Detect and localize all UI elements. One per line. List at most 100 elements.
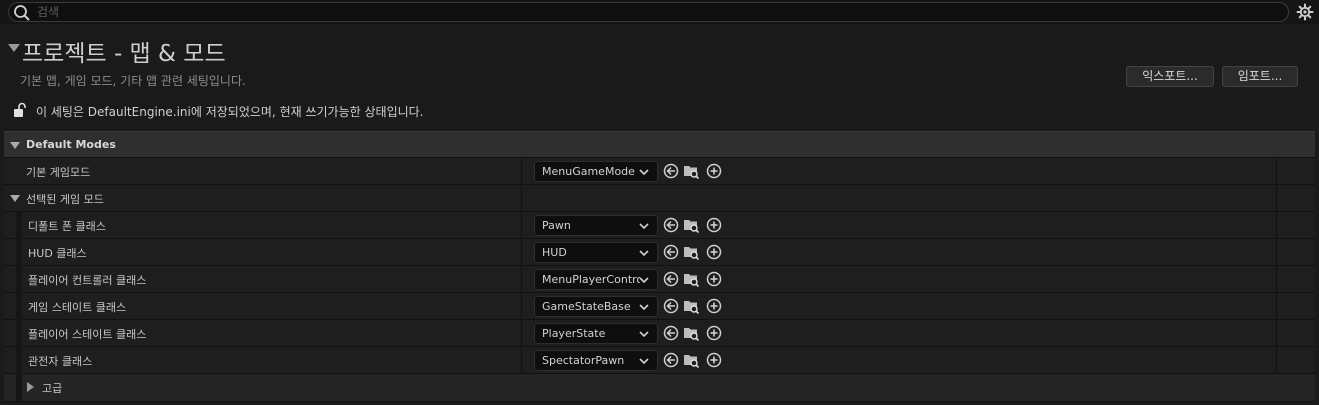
plus-circle-icon[interactable]: [706, 244, 722, 260]
section-default-modes[interactable]: Default Modes: [4, 131, 1315, 158]
chevron-down-icon: [639, 277, 649, 284]
save-status-text: 이 세팅은 DefaultEngine.ini에 저장되었으며, 현재 쓰기가능…: [36, 105, 424, 119]
chevron-down-icon: [639, 250, 649, 257]
dropdown-value: PlayerState: [542, 327, 606, 340]
import-button[interactable]: 임포트...: [1222, 66, 1298, 87]
folder-search-icon[interactable]: [683, 298, 699, 314]
column-divider: [1276, 320, 1277, 347]
property-row-default-pawn: 디폴트 폰 클래스 Pawn: [4, 212, 1315, 239]
indent-guide: [16, 239, 22, 266]
indent-guide: [16, 266, 22, 293]
caret-down-icon: [10, 195, 20, 202]
plus-circle-icon[interactable]: [706, 163, 722, 179]
column-divider: [1276, 293, 1277, 320]
chevron-down-icon: [639, 223, 649, 230]
export-button[interactable]: 익스포트...: [1126, 66, 1214, 87]
dropdown-value: Pawn: [542, 219, 571, 232]
column-divider: [521, 293, 522, 320]
arrow-left-circle-icon[interactable]: [663, 244, 679, 260]
arrow-left-circle-icon[interactable]: [663, 163, 679, 179]
column-divider: [1276, 185, 1277, 212]
folder-search-icon[interactable]: [683, 352, 699, 368]
property-label: 플레이어 스테이트 클래스: [28, 328, 147, 341]
column-divider: [521, 266, 522, 293]
property-label: HUD 클래스: [28, 247, 87, 260]
property-label: 기본 게임모드: [26, 166, 91, 179]
column-divider: [1276, 212, 1277, 239]
unlock-icon: [14, 102, 26, 117]
property-row-game-state: 게임 스테이트 클래스 GameStateBase: [4, 293, 1315, 320]
arrow-left-circle-icon[interactable]: [663, 217, 679, 233]
class-dropdown[interactable]: GameStateBase: [534, 296, 658, 317]
folder-search-icon[interactable]: [683, 271, 699, 287]
folder-search-icon[interactable]: [683, 244, 699, 260]
page-description: 기본 맵, 게임 모드, 기타 맵 관련 세팅입니다.: [20, 74, 246, 88]
column-divider: [1276, 158, 1277, 185]
indent-guide: [16, 212, 22, 239]
search-bar: [0, 0, 1319, 24]
property-row-player-state: 플레이어 스테이트 클래스 PlayerState: [4, 320, 1315, 347]
search-box[interactable]: [8, 2, 1289, 22]
dropdown-value: SpectatorPawn: [542, 354, 625, 367]
indent-guide: [16, 320, 22, 347]
plus-circle-icon[interactable]: [706, 271, 722, 287]
property-label: 고급: [42, 382, 63, 395]
section-title: Default Modes: [26, 138, 116, 151]
class-dropdown[interactable]: MenuPlayerController: [534, 269, 658, 290]
property-label: 디폴트 폰 클래스: [28, 220, 106, 233]
chevron-down-icon: [639, 169, 649, 176]
arrow-left-circle-icon[interactable]: [663, 271, 679, 287]
property-row-default-gamemode: 기본 게임모드 MenuGameMode: [4, 158, 1315, 185]
chevron-down-icon: [639, 304, 649, 311]
plus-circle-icon[interactable]: [706, 325, 722, 341]
column-divider: [521, 239, 522, 266]
search-icon: [14, 5, 30, 21]
property-row-spectator: 관전자 클래스 SpectatorPawn: [4, 347, 1315, 374]
folder-search-icon[interactable]: [683, 325, 699, 341]
class-dropdown[interactable]: Pawn: [534, 215, 658, 236]
folder-search-icon[interactable]: [683, 217, 699, 233]
search-input[interactable]: [37, 4, 1277, 20]
column-divider: [1276, 266, 1277, 293]
property-label: 선택된 게임 모드: [26, 193, 104, 206]
property-row-selected-gamemode[interactable]: 선택된 게임 모드: [4, 185, 1315, 212]
class-dropdown[interactable]: HUD: [534, 242, 658, 263]
column-divider: [521, 212, 522, 239]
arrow-left-circle-icon[interactable]: [663, 325, 679, 341]
class-dropdown[interactable]: MenuGameMode: [534, 161, 658, 182]
plus-circle-icon[interactable]: [706, 352, 722, 368]
chevron-down-icon: [639, 358, 649, 365]
property-row-advanced[interactable]: 고급: [4, 374, 1315, 402]
arrow-left-circle-icon[interactable]: [663, 298, 679, 314]
arrow-left-circle-icon[interactable]: [663, 352, 679, 368]
gear-icon[interactable]: [1296, 3, 1314, 21]
class-dropdown[interactable]: SpectatorPawn: [534, 350, 658, 371]
column-divider[interactable]: [521, 158, 522, 185]
dropdown-value: MenuGameMode: [542, 165, 635, 178]
dropdown-value: HUD: [542, 246, 567, 259]
collapse-caret-icon[interactable]: [8, 44, 20, 52]
caret-down-icon: [10, 142, 20, 149]
column-divider: [1276, 347, 1277, 374]
column-divider: [521, 347, 522, 374]
property-row-player-controller: 플레이어 컨트롤러 클래스 MenuPlayerController: [4, 266, 1315, 293]
column-divider: [521, 185, 522, 212]
chevron-down-icon: [639, 331, 649, 338]
page-title: 프로젝트 - 맵 & 모드: [22, 41, 226, 67]
column-divider: [1276, 239, 1277, 266]
plus-circle-icon[interactable]: [706, 217, 722, 233]
property-label: 관전자 클래스: [28, 355, 93, 368]
property-row-hud: HUD 클래스 HUD: [4, 239, 1315, 266]
property-label: 게임 스테이트 클래스: [28, 301, 127, 314]
indent-guide: [16, 293, 22, 320]
folder-search-icon[interactable]: [683, 163, 699, 179]
column-divider: [521, 320, 522, 347]
indent-guide: [16, 374, 22, 401]
dropdown-value: GameStateBase: [542, 300, 631, 313]
indent-guide: [16, 347, 22, 374]
plus-circle-icon[interactable]: [706, 298, 722, 314]
caret-right-icon: [27, 382, 34, 392]
class-dropdown[interactable]: PlayerState: [534, 323, 658, 344]
dropdown-value: MenuPlayerController: [542, 273, 640, 286]
property-label: 플레이어 컨트롤러 클래스: [28, 274, 147, 287]
